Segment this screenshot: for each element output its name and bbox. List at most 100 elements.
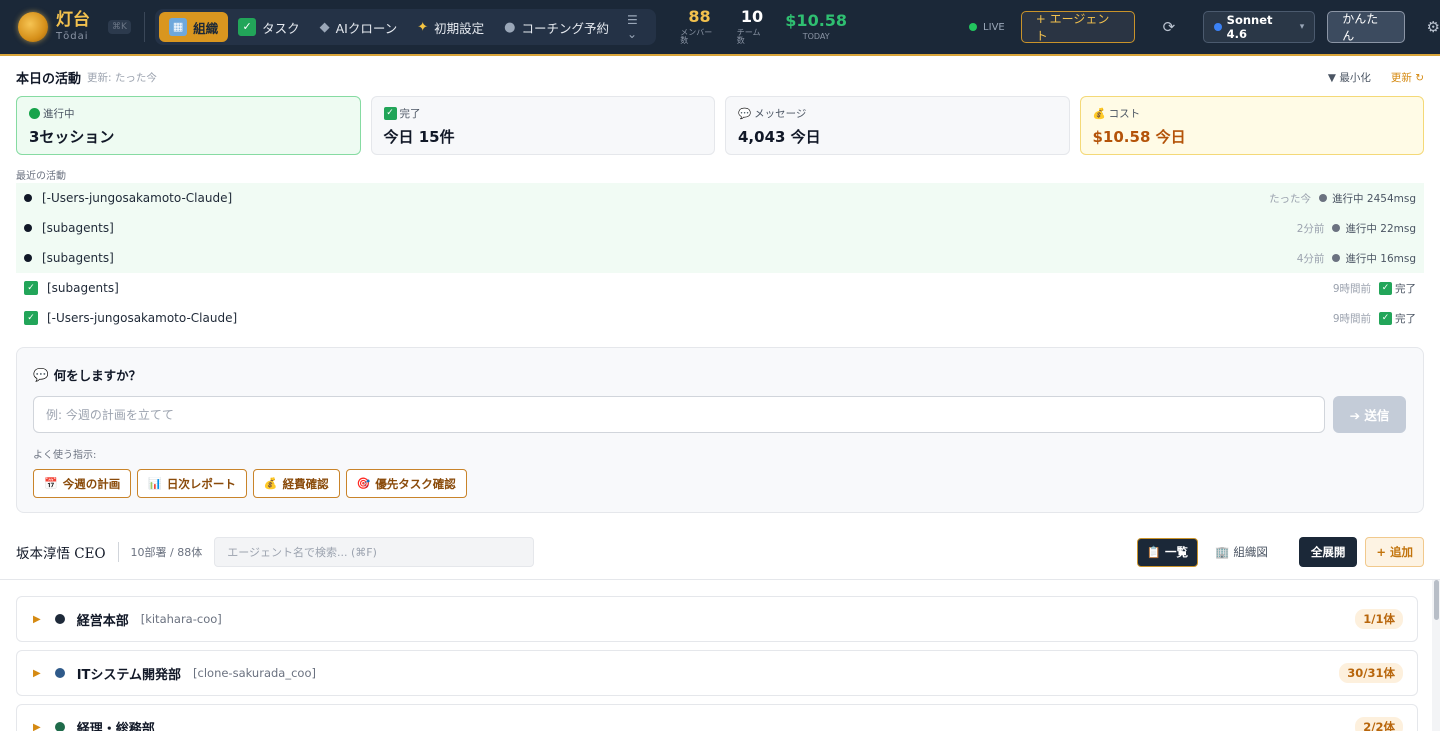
command-input[interactable]	[33, 396, 1325, 433]
money-bag-icon: 💰	[1092, 108, 1106, 120]
command-palette-shortcut[interactable]: ⌘K	[108, 20, 131, 34]
nav-more-menu[interactable]: ☰ ⌄	[619, 13, 652, 41]
nav-item-tasks[interactable]: ✓ タスク	[228, 12, 310, 42]
sparkles-icon: ✦	[417, 19, 429, 35]
department-list: ▶ 経営本部 [kitahara-coo] 1/1体 ▶ ITシステム開発部 […	[16, 596, 1418, 731]
add-agent-button[interactable]: + エージェント	[1020, 11, 1136, 43]
card-done[interactable]: ✓ 完了 今日 15件	[370, 96, 715, 155]
command-panel: 💬 何をしますか？ ➔ 送信 よく使う指示: 📅今週の計画 📊日次レポート 💰経…	[16, 347, 1424, 513]
map-icon: ▦	[169, 18, 188, 36]
brand[interactable]: 灯台 Tōdai ⌘K	[18, 12, 144, 42]
department-row[interactable]: ▶ 経理・総務部 2/2体	[16, 704, 1418, 731]
activity-cards: 進行中 3セッション ✓ 完了 今日 15件 💬 メッセージ 4,043 今日 💰 コ…	[16, 96, 1424, 155]
department-count-badge: 30/31体	[1339, 663, 1403, 683]
status-dot-icon	[1319, 194, 1328, 202]
check-icon: ✓	[1379, 281, 1392, 295]
chevron-down-icon: ▾	[1299, 22, 1305, 32]
check-icon: ✓	[383, 107, 397, 120]
money-bag-icon: 💰	[263, 477, 278, 490]
refresh-button[interactable]: 更新 ↻	[1391, 70, 1424, 85]
expand-arrow-icon[interactable]: ▶	[33, 722, 41, 731]
activity-row[interactable]: [subagents] 2分前 進行中 22msg	[16, 213, 1424, 243]
target-icon: 🎯	[356, 477, 371, 490]
easy-mode-button[interactable]: かんたん	[1327, 11, 1405, 43]
chip-daily-report[interactable]: 📊 日次レポート	[137, 469, 247, 498]
view-org-chart-button[interactable]: 🏢 組織図	[1206, 538, 1277, 567]
card-cost[interactable]: 💰 コスト $10.58 今日	[1079, 96, 1424, 155]
stat-teams: 10 チーム数	[736, 7, 764, 45]
org-owner-name: 坂本淳悟 CEO	[16, 542, 119, 562]
header-stats: 88 メンバー数 10 チーム数 $10.58 TODAY	[680, 9, 865, 45]
chip-expense-check[interactable]: 💰 経費確認	[252, 469, 340, 498]
frequent-commands-label: よく使う指示:	[33, 450, 97, 461]
main-nav: ▦ 組織 ✓ タスク ◆ AIクローン ✦ 初期設定 ● コーチング予約 ☰ ⌄	[155, 9, 657, 45]
brand-subtitle: Tōdai	[56, 31, 89, 42]
department-count-badge: 1/1体	[1355, 609, 1403, 629]
activity-row[interactable]: ✓ [-Users-jungosakamoto-Claude] 9時間前 ✓ 完了	[16, 303, 1424, 333]
status-dot-icon	[1332, 224, 1341, 232]
session-bullet-icon	[24, 194, 32, 202]
recent-activity-list: [-Users-jungosakamoto-Claude] たった今 進行中 2…	[16, 183, 1424, 333]
menu-icon: ☰	[627, 13, 638, 27]
department-color-dot	[54, 722, 65, 731]
brand-name: 灯台	[56, 10, 90, 30]
activity-title: 本日の活動	[16, 71, 82, 87]
live-dot-icon	[969, 23, 978, 31]
model-status-dot	[1213, 23, 1222, 31]
check-icon: ✓	[1379, 311, 1392, 325]
chip-weekly-plan[interactable]: 📅 今週の計画	[33, 469, 132, 498]
live-indicator: LIVE	[969, 22, 1005, 33]
expand-arrow-icon[interactable]: ▶	[33, 614, 41, 625]
send-button[interactable]: ➔ 送信	[1333, 396, 1406, 433]
bar-chart-icon: 📊	[148, 477, 162, 490]
gear-icon[interactable]: ⚙	[1427, 18, 1440, 36]
department-count-badge: 2/2体	[1355, 717, 1403, 731]
check-icon: ✓	[24, 311, 38, 325]
calendar-icon: 📅	[44, 477, 58, 490]
minimize-button[interactable]: ▼ 最小化	[1328, 70, 1371, 85]
expand-all-button[interactable]: 全展開	[1298, 537, 1358, 567]
add-department-button[interactable]: + 追加	[1365, 537, 1424, 567]
activity-row[interactable]: ✓ [subagents] 9時間前 ✓ 完了	[16, 273, 1424, 303]
recent-activity-label: 最近の活動	[16, 171, 66, 182]
model-selector[interactable]: Sonnet 4.6 ▾	[1202, 11, 1316, 43]
gem-icon: ◆	[319, 19, 330, 35]
green-circle-icon	[29, 108, 40, 119]
department-color-dot	[54, 668, 65, 678]
scrollbar-thumb[interactable]	[1434, 580, 1439, 620]
speech-bubble-icon: 💬	[33, 366, 49, 382]
activity-row[interactable]: [subagents] 4分前 進行中 16msg	[16, 243, 1424, 273]
stat-cost-today: $10.58 TODAY	[785, 11, 848, 41]
expand-arrow-icon[interactable]: ▶	[33, 668, 41, 679]
activity-panel: 本日の活動 更新: たった今 ▼ 最小化 更新 ↻ 進行中 3セッション ✓ 完了…	[0, 58, 1440, 333]
stat-members: 88 メンバー数	[680, 7, 713, 45]
sync-icon[interactable]: ⟳	[1159, 17, 1179, 37]
chip-priority-tasks[interactable]: 🎯 優先タスク確認	[345, 469, 467, 498]
agent-search-input[interactable]	[214, 537, 535, 567]
check-icon: ✓	[238, 18, 257, 36]
activity-updated: 更新: たった今	[87, 71, 157, 84]
org-count: 10部署 / 88体	[130, 546, 203, 559]
status-dot-icon	[1332, 254, 1341, 262]
org-toolbar: 坂本淳悟 CEO 10部署 / 88体 📋一覧 🏢組織図 全展開 + 追加	[0, 525, 1440, 580]
card-running[interactable]: 進行中 3セッション	[16, 96, 361, 155]
building-icon: 🏢	[1215, 545, 1230, 559]
nav-item-initial-setup[interactable]: ✦ 初期設定	[407, 12, 494, 42]
nav-item-organization[interactable]: ▦ 組織	[159, 12, 229, 42]
clipboard-icon: 📋	[1146, 545, 1162, 559]
nav-item-coaching[interactable]: ● コーチング予約	[494, 12, 619, 42]
department-color-dot	[54, 614, 65, 624]
view-list-button[interactable]: 📋 一覧	[1136, 537, 1199, 567]
check-icon: ✓	[24, 281, 38, 295]
frequent-commands: 📅 今週の計画 📊 日次レポート 💰 経費確認 🎯 優先タスク確認	[33, 469, 1407, 498]
chevron-down-icon: ⌄	[627, 27, 638, 41]
nav-item-ai-clone[interactable]: ◆ AIクローン	[310, 12, 408, 42]
department-row[interactable]: ▶ 経営本部 [kitahara-coo] 1/1体	[16, 596, 1418, 642]
command-title: 何をしますか？	[53, 368, 142, 383]
activity-row[interactable]: [-Users-jungosakamoto-Claude] たった今 進行中 2…	[16, 183, 1424, 213]
card-messages[interactable]: 💬 メッセージ 4,043 今日	[725, 96, 1070, 155]
department-row[interactable]: ▶ ITシステム開発部 [clone-sakurada_coo] 30/31体	[16, 650, 1418, 696]
divider	[144, 12, 146, 42]
session-bullet-icon	[24, 224, 32, 232]
lighthouse-logo-icon	[18, 12, 48, 42]
